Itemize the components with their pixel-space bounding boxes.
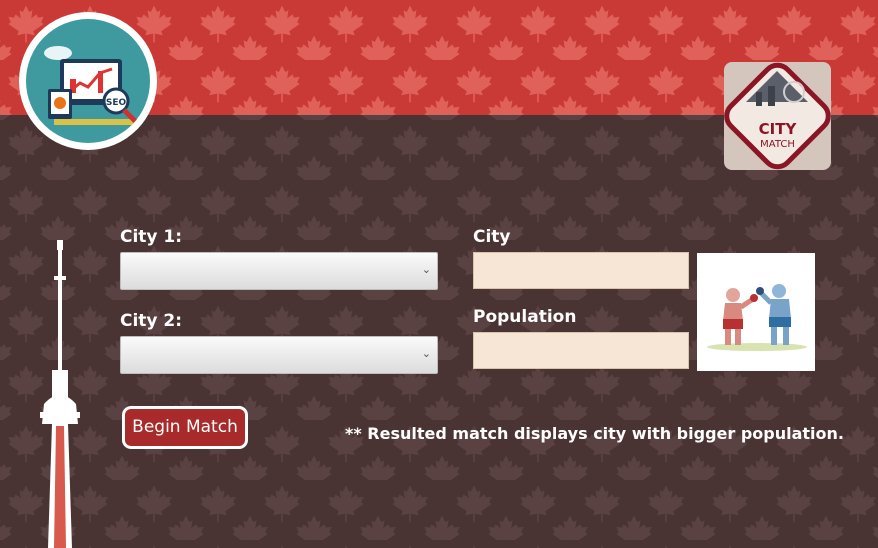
city-match-app: SEO CITY MATCH City 1: ⌄ City 2: ⌄ City … [0,0,878,548]
badge-title: CITY [759,120,798,138]
city2-select[interactable]: ⌄ [120,336,438,374]
seo-analytics-icon: SEO [26,19,150,143]
result-note: ** Resulted match displays city with big… [345,424,844,443]
city1-select[interactable]: ⌄ [120,252,438,290]
chevron-down-icon: ⌄ [421,348,431,360]
chevron-down-icon: ⌄ [421,264,431,276]
city-result-field[interactable] [473,252,689,289]
city-result-label: City [473,227,511,247]
cn-tower-icon [40,240,80,548]
boxing-match-icon [697,253,815,371]
population-field[interactable] [473,332,689,369]
seo-logo-text: SEO [106,98,127,108]
badge-subtitle: MATCH [760,139,795,150]
city1-label: City 1: [120,227,183,247]
city-match-badge: CITY MATCH [724,62,831,170]
app-logo[interactable]: SEO [19,12,157,150]
population-label: Population [473,307,577,327]
begin-match-button[interactable]: Begin Match [122,406,248,449]
city2-label: City 2: [120,311,183,331]
